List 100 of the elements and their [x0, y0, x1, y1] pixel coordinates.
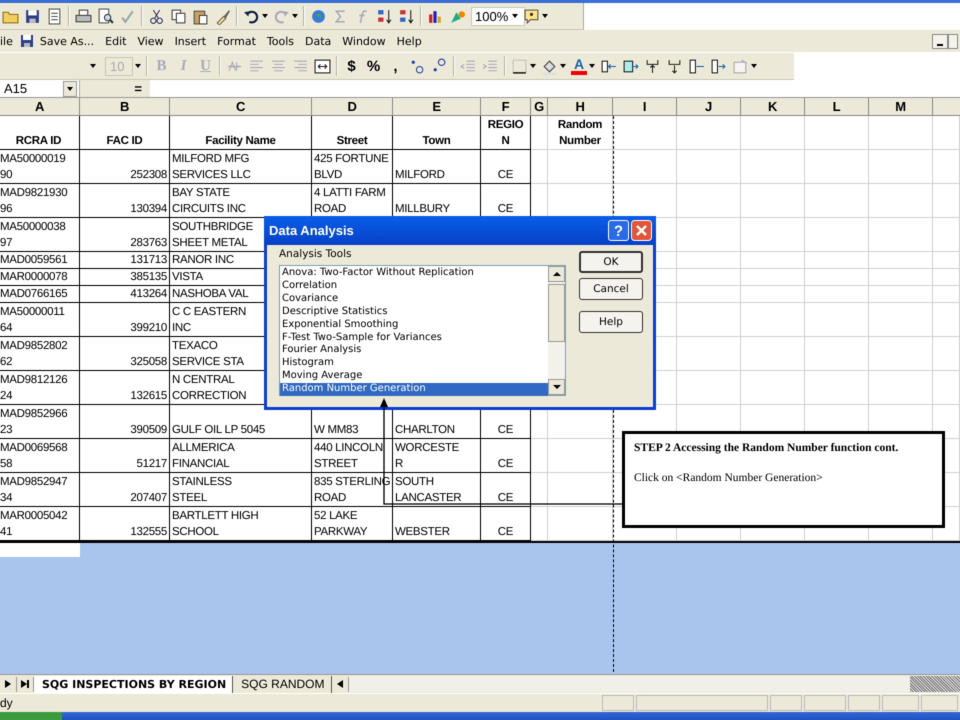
- undo-icon[interactable]: [243, 8, 260, 24]
- increase-decimal-icon[interactable]: [409, 58, 426, 74]
- list-item[interactable]: Random Number Generation: [280, 383, 548, 396]
- menu-item[interactable]: View: [132, 34, 170, 48]
- column-header[interactable]: B: [80, 98, 170, 116]
- minimize-button[interactable]: [932, 34, 948, 48]
- copy-icon[interactable]: [170, 8, 187, 24]
- down-arrow-icon[interactable]: [552, 385, 560, 389]
- vertical-scrollbar[interactable]: [548, 266, 565, 395]
- status-panel: [804, 695, 846, 711]
- table-cell: MILFORD MFG SERVICES LLC: [170, 150, 312, 184]
- zoom-field[interactable]: 100%: [471, 6, 526, 26]
- dropdown-caret-icon[interactable]: [262, 14, 268, 18]
- sort-descending-icon[interactable]: [398, 8, 415, 24]
- insert-column-icon[interactable]: [688, 58, 706, 74]
- dialog-button[interactable]: Cancel: [579, 278, 643, 300]
- dropdown-caret-icon[interactable]: [512, 14, 518, 18]
- dropdown-caret-icon[interactable]: [530, 64, 536, 68]
- table-cell: 399210: [80, 303, 170, 337]
- document-icon[interactable]: [46, 8, 63, 24]
- column-header[interactable]: D: [312, 98, 393, 116]
- table-cell: CE: [481, 473, 531, 507]
- menu-item[interactable]: Help: [392, 34, 428, 48]
- skip-end-icon[interactable]: [21, 680, 29, 688]
- delete-row-icon[interactable]: [666, 58, 684, 74]
- table-cell: MAD0059561: [0, 252, 80, 269]
- dialog-button[interactable]: OK: [579, 251, 643, 273]
- save-icon[interactable]: [24, 8, 41, 24]
- column-header[interactable]: E: [393, 98, 481, 116]
- dropdown-caret-icon[interactable]: [90, 64, 96, 68]
- table-cell: 252308: [80, 150, 170, 184]
- insert-cells-icon[interactable]: [600, 58, 618, 74]
- sheet-tab[interactable]: SQG INSPECTIONS BY REGION: [34, 676, 234, 692]
- fill-color-icon[interactable]: [541, 58, 558, 74]
- number-format-button[interactable]: ,: [387, 58, 404, 74]
- column-header[interactable]: A: [0, 98, 80, 116]
- table-cell: 390509: [80, 405, 170, 439]
- save-icon[interactable]: [18, 33, 35, 49]
- paste-icon[interactable]: [192, 8, 209, 24]
- horizontal-scrollbar[interactable]: [348, 676, 960, 692]
- insert-row-icon[interactable]: [644, 58, 662, 74]
- column-header[interactable]: G: [531, 98, 548, 116]
- column-header[interactable]: K: [741, 98, 805, 116]
- play-icon[interactable]: [5, 680, 11, 688]
- number-format-button[interactable]: %: [365, 58, 382, 74]
- close-icon[interactable]: [631, 220, 652, 241]
- table-cell: MAD9812126 24: [0, 371, 80, 405]
- paintbrush-icon[interactable]: [214, 8, 231, 24]
- table-cell: MA50000019 90: [0, 150, 80, 184]
- help-button[interactable]: ?: [608, 220, 629, 241]
- sort-ascending-icon[interactable]: [376, 8, 393, 24]
- header-cell: FAC ID: [80, 116, 170, 150]
- delete-column-icon[interactable]: [710, 58, 728, 74]
- borders-icon[interactable]: [511, 58, 528, 74]
- menu-item[interactable]: Edit: [100, 34, 132, 48]
- menu-item[interactable]: Insert: [170, 34, 212, 48]
- column-header[interactable]: J: [677, 98, 741, 116]
- dropdown-caret-icon[interactable]: [589, 64, 596, 68]
- column-header[interactable]: [933, 98, 960, 116]
- dropdown-caret-icon[interactable]: [560, 64, 566, 68]
- font-color-button[interactable]: A: [571, 58, 588, 74]
- menu-item[interactable]: Data: [300, 34, 338, 48]
- print-icon[interactable]: [75, 8, 92, 24]
- start-button[interactable]: [0, 712, 62, 720]
- callout-title: STEP 2 Accessing the Random Number function cont.: [634, 441, 900, 456]
- column-header[interactable]: H: [548, 98, 613, 116]
- column-header[interactable]: F: [481, 98, 531, 116]
- print-preview-icon[interactable]: [97, 8, 114, 24]
- dialog-button[interactable]: Help: [579, 311, 643, 333]
- column-header[interactable]: M: [869, 98, 933, 116]
- table-cell: MAD9852947 34: [0, 473, 80, 507]
- shift-cells-icon[interactable]: [622, 58, 640, 74]
- table-cell: CE: [481, 150, 531, 184]
- menu-item[interactable]: Window: [337, 34, 392, 48]
- column-header[interactable]: L: [805, 98, 869, 116]
- status-text: dy: [0, 696, 13, 710]
- name-box[interactable]: A15: [0, 80, 80, 97]
- dropdown-caret-icon[interactable]: [292, 14, 298, 18]
- table-cell: MAR0000078: [0, 269, 80, 286]
- number-format-button[interactable]: $: [343, 58, 360, 74]
- menu-item[interactable]: Tools: [262, 34, 300, 48]
- cut-icon[interactable]: [148, 8, 165, 24]
- table-cell: 385135: [80, 269, 170, 286]
- dropdown-caret-icon[interactable]: [542, 14, 548, 18]
- menu-item[interactable]: Save As...: [34, 34, 100, 48]
- decrease-decimal-icon[interactable]: [431, 58, 448, 74]
- help-icon[interactable]: [523, 8, 540, 24]
- column-header[interactable]: I: [613, 98, 677, 116]
- column-header[interactable]: C: [170, 98, 312, 116]
- dropdown-caret-icon[interactable]: [135, 64, 141, 68]
- menu-item[interactable]: ile: [0, 34, 19, 48]
- merge-center-icon[interactable]: [314, 58, 331, 74]
- dropdown-caret-icon[interactable]: [751, 64, 758, 68]
- menu-item[interactable]: Format: [212, 34, 262, 48]
- table-cell: 413264: [80, 286, 170, 303]
- left-arrow-icon[interactable]: [336, 680, 342, 688]
- up-arrow-icon[interactable]: [552, 272, 560, 276]
- active-cell[interactable]: [0, 543, 80, 557]
- globe-icon[interactable]: [310, 8, 327, 24]
- dropdown-caret-icon[interactable]: [63, 80, 77, 96]
